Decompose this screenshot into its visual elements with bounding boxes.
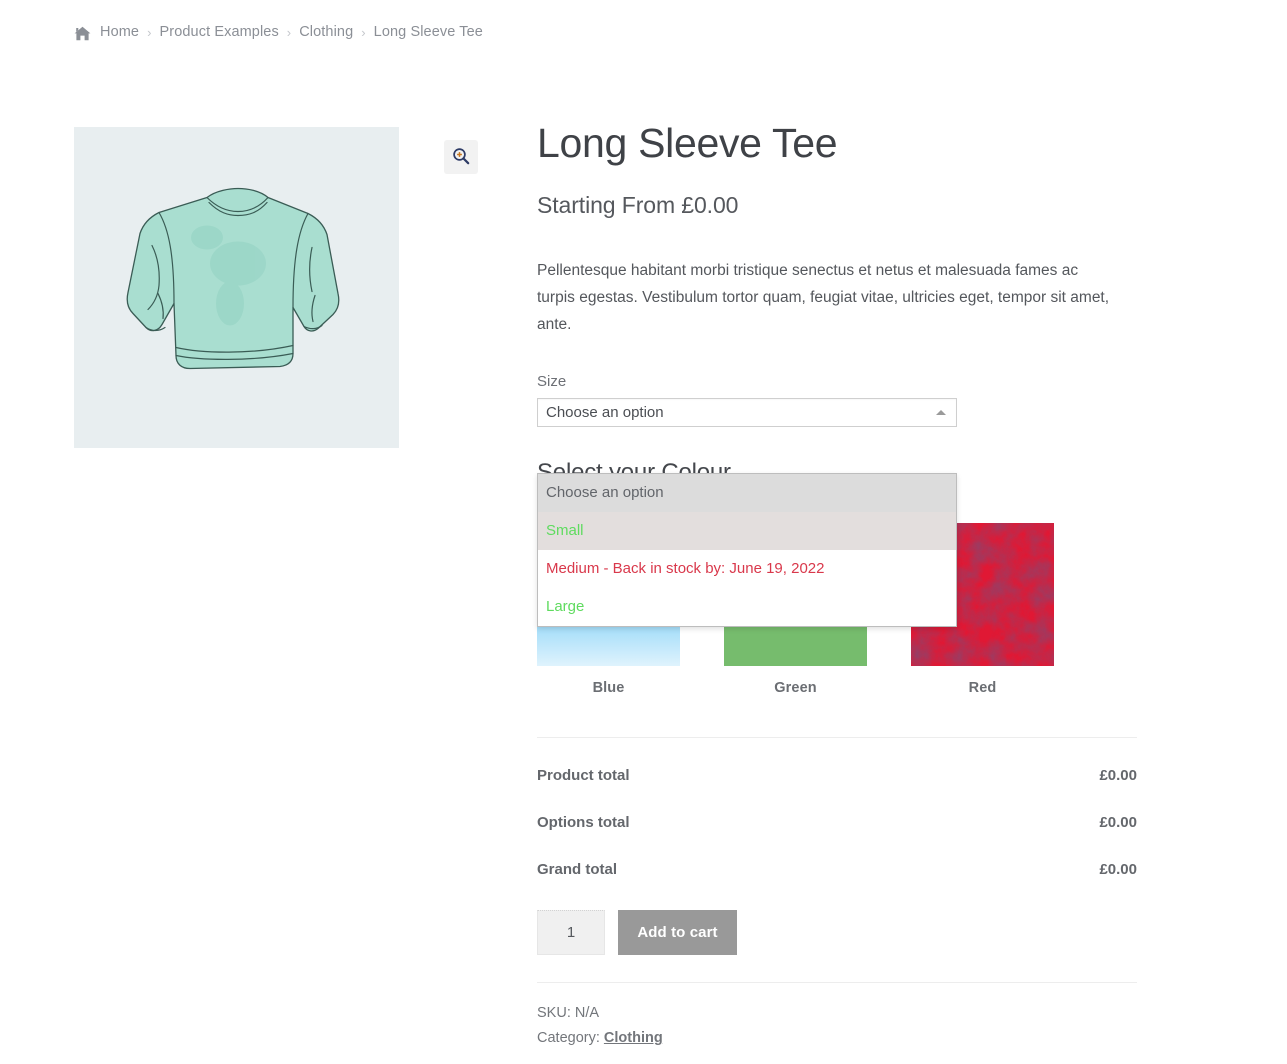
- size-select-value: Choose an option: [546, 403, 664, 421]
- category-line: Category: Clothing: [537, 1026, 1137, 1051]
- swatch-label: Red: [968, 680, 997, 696]
- swatch-label: Green: [774, 680, 817, 696]
- total-label: Grand total: [537, 861, 618, 878]
- total-label: Product total: [537, 767, 630, 784]
- size-dropdown-list[interactable]: Choose an option Small Medium - Back in …: [537, 473, 957, 627]
- sku-value: N/A: [574, 1005, 600, 1021]
- breadcrumb-link-clothing[interactable]: Clothing: [299, 24, 353, 40]
- product-meta: SKU: N/A Category: Clothing: [537, 982, 1137, 1052]
- home-icon[interactable]: [74, 26, 91, 41]
- swatch-label: Blue: [592, 680, 625, 696]
- size-option-large[interactable]: Large: [538, 588, 956, 626]
- total-label: Options total: [537, 814, 630, 831]
- add-to-cart-row: Add to cart: [537, 910, 737, 955]
- total-row-options: Options total £0.00: [537, 814, 1137, 831]
- breadcrumb-separator: ›: [361, 24, 366, 40]
- sku-label: SKU:: [537, 1005, 571, 1021]
- magnifier-plus-icon: [452, 147, 470, 168]
- size-option-choose[interactable]: Choose an option: [538, 474, 956, 512]
- total-value: £0.00: [1099, 767, 1137, 784]
- product-price: Starting From £0.00: [537, 192, 739, 219]
- page-title: Long Sleeve Tee: [537, 120, 838, 166]
- totals-section: Product total £0.00 Options total £0.00 …: [537, 737, 1137, 878]
- product-image[interactable]: [74, 127, 399, 448]
- size-label: Size: [537, 372, 567, 390]
- size-field: Size Choose an option: [537, 373, 1137, 427]
- category-link[interactable]: Clothing: [604, 1030, 663, 1046]
- size-option-small[interactable]: Small: [538, 512, 956, 550]
- long-sleeve-tee-illustration: [126, 187, 339, 369]
- breadcrumb-separator: ›: [147, 24, 152, 40]
- breadcrumb: Home › Product Examples › Clothing › Lon…: [74, 24, 483, 40]
- caret-up-icon: [936, 409, 946, 415]
- breadcrumb-separator: ›: [286, 24, 292, 40]
- breadcrumb-current-page: Long Sleeve Tee: [373, 24, 483, 40]
- product-description: Pellentesque habitant morbi tristique se…: [537, 262, 1110, 334]
- product-summary: Long Sleeve Tee Starting From £0.00 Pell…: [537, 120, 1137, 1046]
- total-row-product: Product total £0.00: [537, 767, 1137, 784]
- quantity-input[interactable]: [537, 910, 605, 955]
- size-select[interactable]: Choose an option: [537, 397, 957, 427]
- breadcrumb-link-home[interactable]: Home: [100, 24, 139, 40]
- total-value: £0.00: [1099, 861, 1137, 878]
- category-label: Category:: [537, 1030, 600, 1047]
- breadcrumb-link-product-examples[interactable]: Product Examples: [160, 24, 279, 40]
- size-option-medium[interactable]: Medium - Back in stock by: June 19, 2022: [538, 550, 956, 588]
- total-value: £0.00: [1099, 814, 1137, 831]
- total-row-grand: Grand total £0.00: [537, 861, 1137, 878]
- sku-line: SKU: N/A: [537, 1001, 1137, 1026]
- zoom-image-button[interactable]: [444, 140, 478, 174]
- add-to-cart-button[interactable]: Add to cart: [618, 910, 737, 955]
